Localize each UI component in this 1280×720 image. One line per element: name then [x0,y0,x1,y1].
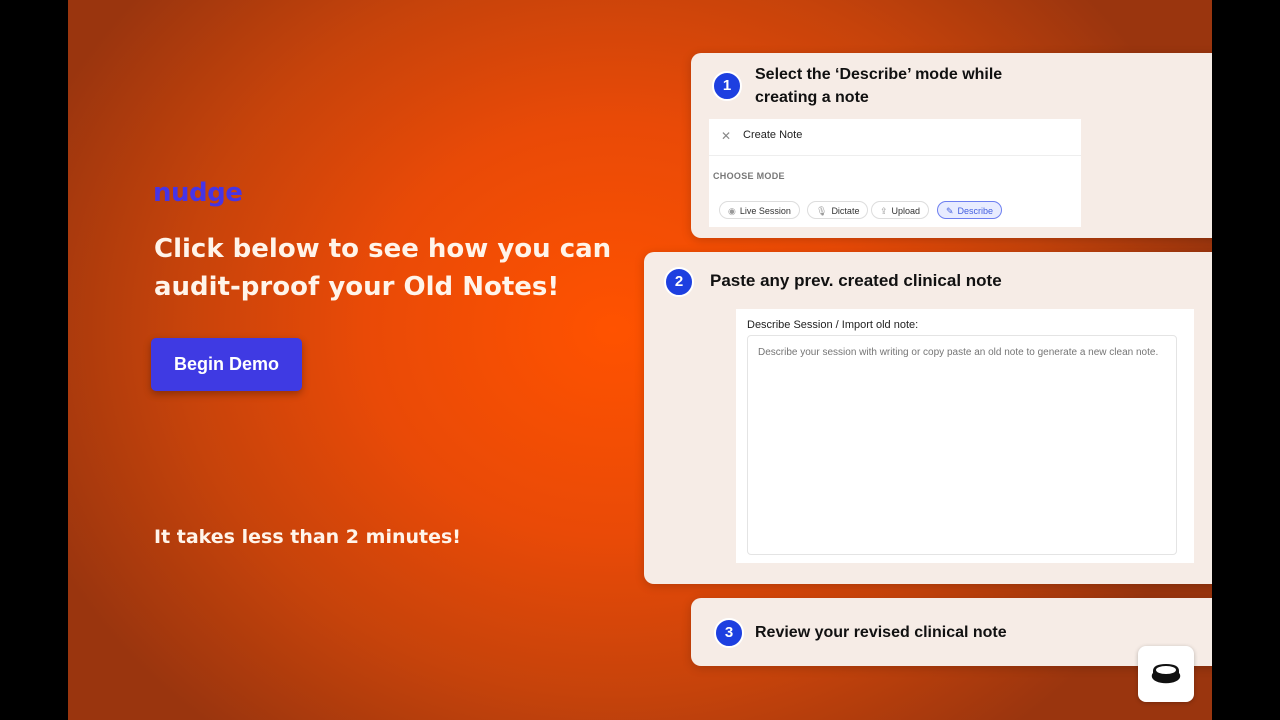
promo-stage: nudge Click below to see how you can aud… [68,0,1212,720]
step-3-badge: 3 [714,618,744,648]
record-icon [1151,664,1181,684]
mode-chip-upload[interactable]: ⇪ Upload [871,201,930,219]
step-1-card: 1 Select the ‘Describe’ mode while creat… [691,53,1212,238]
headline: Click below to see how you can audit-pro… [154,234,612,302]
create-note-preview: ✕ Create Note CHOOSE MODE ◉ Live Session … [709,119,1081,227]
step-1-badge: 1 [712,71,742,101]
duration-note: It takes less than 2 minutes! [154,526,461,548]
step-2-card: 2 Paste any prev. created clinical note … [644,252,1212,584]
close-icon[interactable]: ✕ [721,129,731,143]
step-2-text: Paste any prev. created clinical note [710,271,1002,290]
mode-chip-dictate[interactable]: 🎙 Dictate [807,201,869,219]
pencil-icon: ✎ [946,206,954,216]
mode-chip-live-session[interactable]: ◉ Live Session [719,201,800,219]
nudge-logo: nudge [153,178,243,208]
record-widget-button[interactable] [1138,646,1194,702]
describe-session-preview: Describe Session / Import old note: [736,309,1194,563]
begin-demo-button[interactable]: Begin Demo [151,338,302,391]
upload-icon: ⇪ [880,206,888,216]
step-3-text: Review your revised clinical note [755,624,1007,641]
create-note-header: ✕ Create Note [709,119,1081,156]
step-2-badge: 2 [664,267,694,297]
step-1-text: Select the ‘Describe’ mode while creatin… [755,66,1003,106]
describe-session-label: Describe Session / Import old note: [747,319,919,331]
create-note-title: Create Note [743,129,803,141]
step-3-card: 3 Review your revised clinical note [691,598,1212,666]
choose-mode-label: CHOOSE MODE [713,171,785,181]
eye-icon: ◉ [728,206,736,216]
mode-chip-describe[interactable]: ✎ Describe [937,201,1003,219]
describe-session-textarea[interactable] [747,335,1177,555]
mic-icon: 🎙 [816,206,828,216]
